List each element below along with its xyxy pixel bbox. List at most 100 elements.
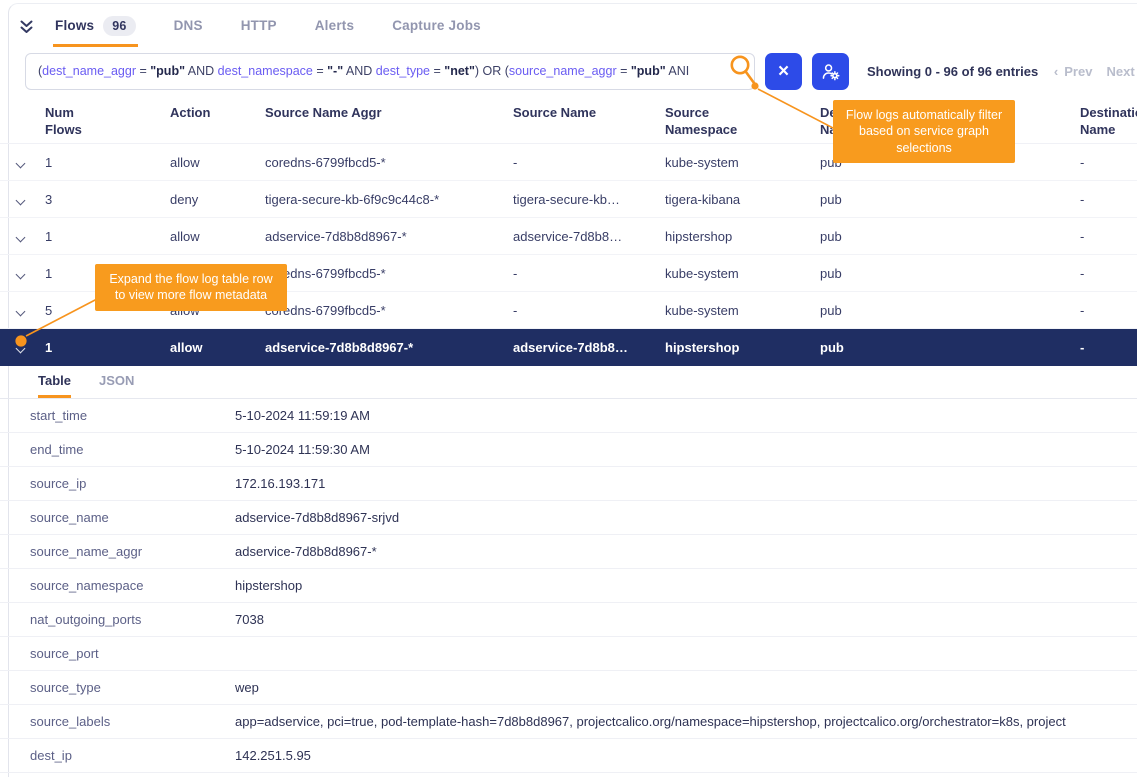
tab-strip: Flows96 DNS HTTP Alerts Capture Jobs [53,7,483,47]
tab-dns[interactable]: DNS [172,7,205,47]
flow-cell: tigera-secure-kb-6f9c9c44c8-* [265,192,513,207]
flow-cell: pub [820,192,1080,207]
column-header[interactable]: Action [170,105,265,122]
filter-bar: (dest_name_aggr = "pub" AND dest_namespa… [25,52,1137,90]
detail-key: end_time [30,442,235,457]
flow-cell: allow [170,229,265,244]
detail-row: start_time5-10-2024 11:59:19 AM [0,399,1137,433]
detail-key: nat_outgoing_ports [30,612,235,627]
flow-row[interactable]: 3denytigera-secure-kb-6f9c9c44c8-*tigera… [0,181,1137,218]
filter-settings-button[interactable] [812,53,849,90]
detail-key: start_time [30,408,235,423]
detail-row: end_time5-10-2024 11:59:30 AM [0,433,1137,467]
detail-value: hipstershop [235,578,1137,593]
collapse-panel-icon[interactable] [18,20,35,35]
detail-key: source_ip [30,476,235,491]
flow-cell: adservice-7d8b8d8967-* [265,340,513,355]
detail-key: source_name_aggr [30,544,235,559]
column-header[interactable]: Source Name [513,105,665,122]
column-header[interactable]: Source Namespace [665,105,820,139]
flow-table-body: 1allowcoredns-6799fbcd5-*-kube-systempub… [0,144,1137,366]
flow-cell: coredns-6799fbcd5-* [265,155,513,170]
flow-cell: - [1080,192,1137,207]
pagination: ‹Prev Next› [1054,64,1137,79]
flow-row[interactable]: 1allowadservice-7d8b8d8967-*adservice-7d… [0,218,1137,255]
detail-row: source_typewep [0,671,1137,705]
query-segment-value: "pub" [631,64,666,78]
query-segment-op: = [430,64,444,78]
query-segment-op: AND [185,64,218,78]
column-header[interactable]: Source Name Aggr [265,105,513,122]
expand-row-icon[interactable] [16,344,26,354]
flow-cell: kube-system [665,155,820,170]
flow-cell: coredns-6799fbcd5-* [265,303,513,318]
tab-alerts[interactable]: Alerts [313,7,356,47]
tab-http[interactable]: HTTP [239,7,279,47]
detail-value: 7038 [235,612,1137,627]
detail-value: adservice-7d8b8d8967-* [235,544,1137,559]
detail-tab-table[interactable]: Table [38,366,71,398]
clear-filter-button[interactable]: × [765,53,802,90]
flow-cell: coredns-6799fbcd5-* [265,266,513,281]
detail-value: adservice-7d8b8d8967-srjvd [235,510,1137,525]
tab-label: Capture Jobs [392,18,481,33]
column-header[interactable]: Destination Name [1080,105,1137,139]
flow-row-selected[interactable]: 1allowadservice-7d8b8d8967-*adservice-7d… [0,329,1137,366]
prev-button[interactable]: ‹Prev [1054,64,1093,79]
top-tab-bar: Flows96 DNS HTTP Alerts Capture Jobs [18,7,483,47]
flow-cell: allow [170,155,265,170]
detail-row: source_name_aggradservice-7d8b8d8967-* [0,535,1137,569]
close-icon: × [778,62,789,81]
detail-row: source_nameadservice-7d8b8d8967-srjvd [0,501,1137,535]
detail-key: source_name [30,510,235,525]
chevron-left-icon: ‹ [1054,64,1058,79]
flow-cell: - [1080,303,1137,318]
filter-query-text: (dest_name_aggr = "pub" AND dest_namespa… [38,64,689,78]
flow-cell: adservice-7d8b8… [513,340,665,355]
expand-row-icon[interactable] [16,269,26,279]
detail-row: source_ip172.16.193.171 [0,467,1137,501]
detail-key: source_labels [30,714,235,729]
flow-cell: 1 [45,155,170,170]
user-gear-icon [821,62,840,81]
column-header[interactable]: Num Flows [45,105,170,139]
detail-row: source_namespacehipstershop [0,569,1137,603]
detail-value: 142.251.5.95 [235,748,1137,763]
expand-row-icon[interactable] [16,195,26,205]
tab-capture-jobs[interactable]: Capture Jobs [390,7,483,47]
detail-row: source_labelsapp=adservice, pci=true, po… [0,705,1137,739]
detail-row: source_port [0,637,1137,671]
next-button[interactable]: Next› [1106,64,1137,79]
flow-cell: allow [170,340,265,355]
query-segment-op: AND [343,64,376,78]
query-segment-op: ANI [666,64,690,78]
expand-row-icon[interactable] [16,158,26,168]
flow-cell: - [1080,229,1137,244]
expand-row-icon[interactable] [16,306,26,316]
query-segment-op: = [617,64,631,78]
detail-value: 5-10-2024 11:59:30 AM [235,442,1137,457]
flow-cell: 1 [45,340,170,355]
query-segment-op: ) OR ( [475,64,509,78]
flow-cell: adservice-7d8b8… [513,229,665,244]
flow-cell: - [513,155,665,170]
detail-table: start_time5-10-2024 11:59:19 AMend_time5… [0,399,1137,773]
tab-flows[interactable]: Flows96 [53,7,138,47]
detail-tab-json[interactable]: JSON [99,366,134,398]
filter-query-input[interactable]: (dest_name_aggr = "pub" AND dest_namespa… [25,53,755,90]
flow-cell: - [513,303,665,318]
expand-row-icon[interactable] [16,232,26,242]
detail-row: nat_outgoing_ports7038 [0,603,1137,637]
callout-service-graph-filter: Flow logs automatically filter based on … [833,100,1015,163]
flow-cell: 3 [45,192,170,207]
tab-label: DNS [174,18,203,33]
query-segment-field: dest_type [376,64,430,78]
detail-key: dest_ip [30,748,235,763]
flow-cell: - [1080,340,1137,355]
query-segment-op: = [313,64,327,78]
flow-cell: - [513,266,665,281]
callout-expand-row: Expand the flow log table row to view mo… [95,264,287,311]
entries-count: Showing 0 - 96 of 96 entries [867,64,1038,79]
flow-cell: kube-system [665,303,820,318]
flow-cell: adservice-7d8b8d8967-* [265,229,513,244]
